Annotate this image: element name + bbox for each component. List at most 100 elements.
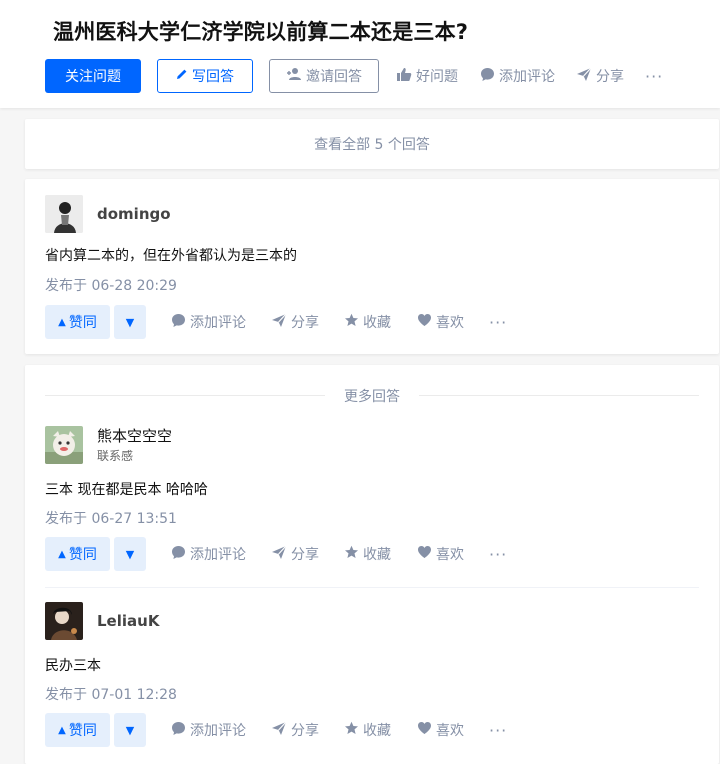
more-answers-label: 更多回答 xyxy=(344,389,400,405)
divider-line-right xyxy=(419,395,699,396)
answer-content[interactable]: 三本 现在都是民本 哈哈哈 xyxy=(45,479,208,499)
share-label: 分享 xyxy=(291,315,319,331)
collect-label: 收藏 xyxy=(363,547,391,563)
question-title: 温州医科大学仁济学院以前算二本还是三本? xyxy=(53,20,469,44)
share-icon xyxy=(271,313,291,332)
add-comment-label: 添加评论 xyxy=(190,547,246,563)
publish-time[interactable]: 发布于 06-27 13:51 xyxy=(45,508,177,528)
invite-answer-button[interactable]: 邀请回答 xyxy=(269,59,379,93)
downvote-button[interactable]: ▼ xyxy=(114,713,146,747)
upvote-label: 赞同 xyxy=(68,547,97,563)
collect-button[interactable]: 收藏 xyxy=(344,305,391,339)
avatar[interactable] xyxy=(45,426,83,464)
more-options-button[interactable]: ··· xyxy=(645,59,663,93)
more-answers-card: 更多回答 熊本空空空 联系感 三本 现在都是民本 哈哈哈 发布于 06-27 1… xyxy=(25,365,719,764)
star-icon xyxy=(344,313,363,332)
pencil-icon xyxy=(176,68,192,84)
upvote-button[interactable]: ▲ 赞同 xyxy=(45,305,110,339)
like-button[interactable]: 喜欢 xyxy=(417,713,464,747)
downvote-button[interactable]: ▼ xyxy=(114,537,146,571)
add-person-icon xyxy=(286,67,306,85)
more-options-button[interactable]: ··· xyxy=(489,537,507,571)
upvote-label: 赞同 xyxy=(68,723,97,739)
author-name[interactable]: 熊本空空空 xyxy=(97,425,172,446)
author-name[interactable]: domingo xyxy=(97,205,171,223)
author-headline: 联系感 xyxy=(97,449,134,463)
add-comment-button[interactable]: 添加评论 xyxy=(171,713,246,747)
share-button[interactable]: 分享 xyxy=(271,305,319,339)
heart-icon xyxy=(417,313,436,331)
avatar[interactable] xyxy=(45,602,83,640)
triangle-down-icon: ▼ xyxy=(125,723,135,737)
share-button[interactable]: 分享 xyxy=(271,537,319,571)
view-all-answers-label: 查看全部 5 个回答 xyxy=(314,137,430,153)
share-icon xyxy=(271,721,291,740)
more-icon: ··· xyxy=(489,720,508,740)
upvote-button[interactable]: ▲ 赞同 xyxy=(45,713,110,747)
share-label: 分享 xyxy=(291,547,319,563)
good-question-button[interactable]: 好问题 xyxy=(396,59,458,93)
downvote-button[interactable]: ▼ xyxy=(114,305,146,339)
share-label: 分享 xyxy=(291,723,319,739)
more-options-button[interactable]: ··· xyxy=(489,713,507,747)
answer-actions: ▲ 赞同 ▼ 添加评论 分享 收藏 喜欢 ··· xyxy=(45,713,705,747)
answer-actions: ▲ 赞同 ▼ 添加评论 分享 收藏 喜欢 ··· xyxy=(45,305,705,339)
write-answer-label: 写回答 xyxy=(192,69,234,85)
follow-question-label: 关注问题 xyxy=(65,69,121,85)
comment-icon xyxy=(171,545,190,564)
triangle-down-icon: ▼ xyxy=(125,547,135,561)
answer-separator xyxy=(45,587,699,588)
more-icon: ··· xyxy=(645,66,664,86)
more-icon: ··· xyxy=(489,312,508,332)
like-label: 喜欢 xyxy=(436,547,464,563)
add-comment-button[interactable]: 添加评论 xyxy=(480,59,555,93)
answer-content[interactable]: 民办三本 xyxy=(45,655,101,675)
write-answer-button[interactable]: 写回答 xyxy=(157,59,253,93)
like-label: 喜欢 xyxy=(436,315,464,331)
collect-button[interactable]: 收藏 xyxy=(344,713,391,747)
upvote-button[interactable]: ▲ 赞同 xyxy=(45,537,110,571)
answer-card: domingo 省内算二本的，但在外省都认为是三本的 发布于 06-28 20:… xyxy=(25,179,719,354)
add-comment-button[interactable]: 添加评论 xyxy=(171,305,246,339)
like-button[interactable]: 喜欢 xyxy=(417,537,464,571)
add-comment-button[interactable]: 添加评论 xyxy=(171,537,246,571)
publish-time[interactable]: 发布于 06-28 20:29 xyxy=(45,275,177,295)
triangle-up-icon: ▲ xyxy=(58,724,66,736)
add-comment-label: 添加评论 xyxy=(499,69,555,85)
triangle-up-icon: ▲ xyxy=(58,548,66,560)
more-icon: ··· xyxy=(489,544,508,564)
view-all-answers-button[interactable]: 查看全部 5 个回答 xyxy=(25,119,719,169)
heart-icon xyxy=(417,545,436,563)
triangle-up-icon: ▲ xyxy=(58,316,66,328)
collect-label: 收藏 xyxy=(363,723,391,739)
comment-icon xyxy=(171,721,190,740)
more-options-button[interactable]: ··· xyxy=(489,305,507,339)
more-answers-divider: 更多回答 xyxy=(45,385,699,405)
triangle-down-icon: ▼ xyxy=(125,315,135,329)
collect-button[interactable]: 收藏 xyxy=(344,537,391,571)
invite-answer-label: 邀请回答 xyxy=(306,69,362,85)
upvote-label: 赞同 xyxy=(68,315,97,331)
add-comment-label: 添加评论 xyxy=(190,315,246,331)
collect-label: 收藏 xyxy=(363,315,391,331)
like-button[interactable]: 喜欢 xyxy=(417,305,464,339)
share-button[interactable]: 分享 xyxy=(576,59,624,93)
heart-icon xyxy=(417,721,436,739)
author-name[interactable]: LeliauK xyxy=(97,612,159,630)
question-header: 温州医科大学仁济学院以前算二本还是三本? 关注问题 写回答 邀请回答 好问题 添… xyxy=(0,0,720,108)
share-icon xyxy=(576,67,596,86)
share-label: 分享 xyxy=(596,69,624,85)
answer-content[interactable]: 省内算二本的，但在外省都认为是三本的 xyxy=(45,245,297,265)
thumb-up-icon xyxy=(396,67,416,86)
comment-icon xyxy=(480,67,499,86)
avatar[interactable] xyxy=(45,195,83,233)
add-comment-label: 添加评论 xyxy=(190,723,246,739)
comment-icon xyxy=(171,313,190,332)
follow-question-button[interactable]: 关注问题 xyxy=(45,59,141,93)
good-question-label: 好问题 xyxy=(416,69,458,85)
answer-actions: ▲ 赞同 ▼ 添加评论 分享 收藏 喜欢 ··· xyxy=(45,537,705,571)
publish-time[interactable]: 发布于 07-01 12:28 xyxy=(45,684,177,704)
share-icon xyxy=(271,545,291,564)
share-button[interactable]: 分享 xyxy=(271,713,319,747)
star-icon xyxy=(344,721,363,740)
